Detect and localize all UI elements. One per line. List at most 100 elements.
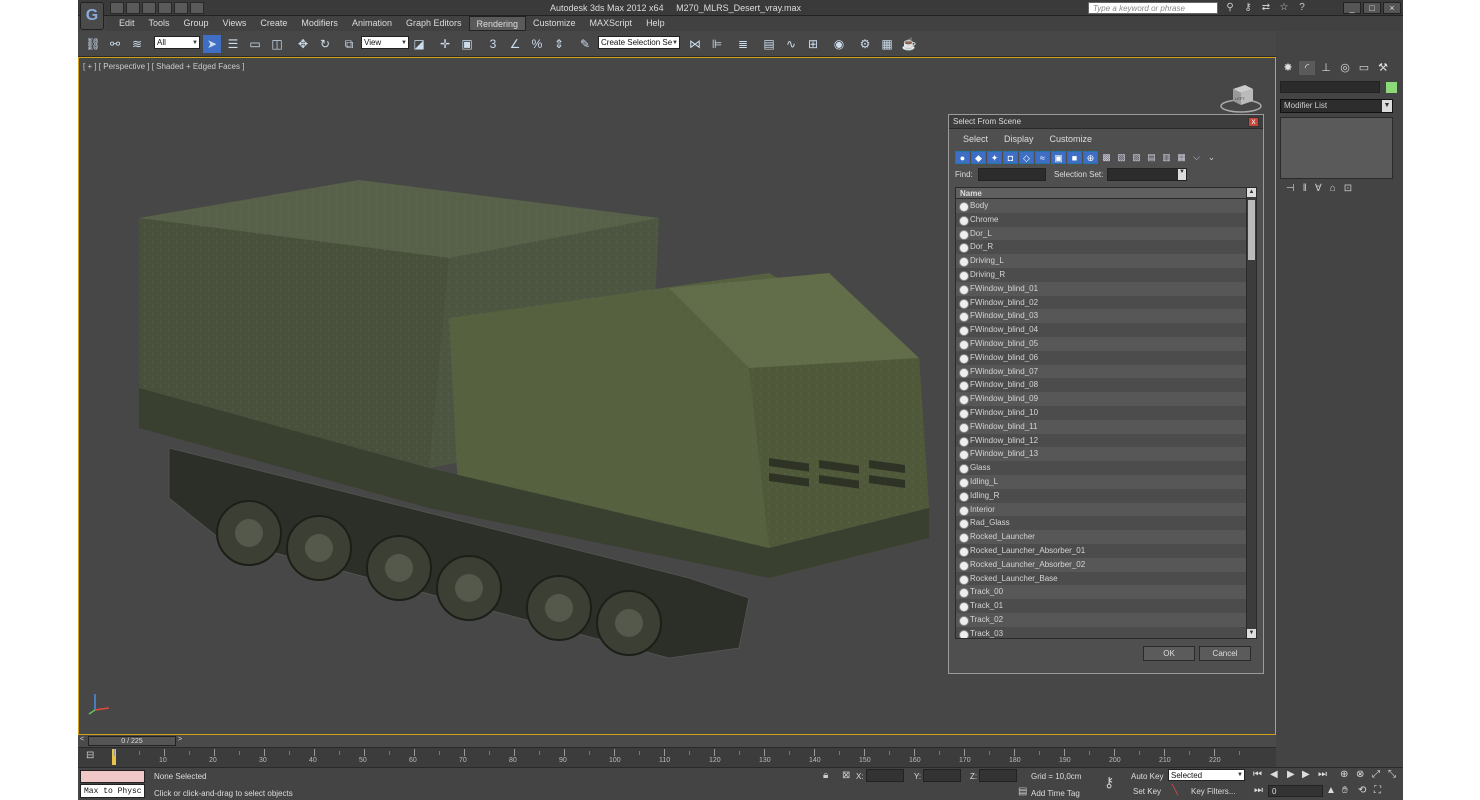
utilities-tab-icon[interactable]: ⚒ — [1375, 61, 1391, 75]
select-none-icon[interactable]: ▥ — [1159, 151, 1174, 164]
display-groups-icon[interactable]: ▣ — [1051, 150, 1066, 164]
list-item[interactable]: Glass — [956, 461, 1256, 475]
schematic-view-icon[interactable]: ⊞ — [804, 35, 822, 53]
time-tag-icon[interactable]: ▤ — [1018, 786, 1027, 797]
graphite-ribbon-icon[interactable]: ▤ — [760, 35, 778, 53]
display-helpers-icon[interactable]: ◇ — [1019, 150, 1034, 164]
rectangle-selection-icon[interactable]: ▭ — [246, 35, 264, 53]
display-all-icon[interactable]: ▩ — [1099, 151, 1114, 164]
move-icon[interactable]: ✥ — [294, 35, 312, 53]
display-lights-icon[interactable]: ✦ — [987, 150, 1002, 164]
zoom-icon[interactable]: ⊕ — [1340, 769, 1348, 780]
current-frame-spinner[interactable]: 0 — [1268, 785, 1323, 797]
show-end-result-icon[interactable]: ‖ — [1303, 183, 1307, 194]
menu-help[interactable]: Help — [639, 16, 672, 31]
menu-create[interactable]: Create — [253, 16, 294, 31]
motion-tab-icon[interactable]: ◎ — [1337, 61, 1353, 75]
zoom-extents-icon[interactable]: ⤢ — [1372, 769, 1380, 780]
select-manipulate-icon[interactable]: ✛ — [436, 35, 454, 53]
list-item[interactable]: Idling_R — [956, 488, 1256, 503]
list-item[interactable]: Idling_L — [956, 474, 1256, 489]
pivot-center-icon[interactable]: ◪ — [410, 35, 428, 53]
pin-stack-icon[interactable]: ⊣ — [1286, 183, 1295, 194]
time-slider-thumb[interactable]: 0 / 225 — [88, 736, 176, 746]
field-of-view-icon[interactable]: ▲ — [1326, 785, 1336, 796]
list-item[interactable]: Track_00 — [956, 585, 1256, 600]
list-item[interactable]: FWindow_blind_13 — [956, 447, 1256, 462]
filter-icon[interactable]: ⌵ — [1189, 151, 1204, 164]
menu-customize[interactable]: Customize — [526, 16, 583, 31]
selection-filter-dropdown[interactable]: All — [154, 36, 200, 49]
ok-button[interactable]: OK — [1143, 646, 1195, 661]
lock-selection-icon[interactable]: 🔒︎ — [823, 770, 828, 781]
modify-tab-icon[interactable]: ◜ — [1299, 61, 1315, 75]
pan-icon[interactable]: ✋︎ — [1342, 785, 1348, 796]
list-item[interactable]: Interior — [956, 502, 1256, 517]
mini-curve-editor-icon[interactable]: ⊟ — [86, 750, 94, 761]
rendered-frame-icon[interactable]: ▦ — [878, 35, 896, 53]
remove-modifier-icon[interactable]: ⌂ — [1330, 183, 1336, 194]
set-key-button[interactable]: Set Key — [1133, 787, 1161, 796]
display-space-warps-icon[interactable]: ≈ — [1035, 150, 1050, 164]
menu-group[interactable]: Group — [177, 16, 216, 31]
viewcube-icon[interactable]: LEFT — [1219, 83, 1263, 113]
display-shapes-icon[interactable]: ◆ — [971, 150, 986, 164]
modifier-stack[interactable] — [1280, 117, 1393, 179]
percent-snap-icon[interactable]: % — [528, 35, 546, 53]
named-selection-set-dropdown[interactable]: Create Selection Se — [598, 36, 680, 49]
list-item[interactable]: Driving_R — [956, 267, 1256, 282]
close-icon[interactable]: x — [1248, 117, 1259, 127]
select-object-icon[interactable]: ➤ — [203, 35, 221, 53]
menu-modifiers[interactable]: Modifiers — [294, 16, 345, 31]
track-bar[interactable]: ⊟ 10 20 30 40 50 60 70 80 90 100 110 120 130 140 150 16… — [78, 747, 1276, 767]
key-mode-dropdown[interactable]: Selected — [1168, 769, 1245, 781]
find-input[interactable] — [978, 168, 1046, 181]
select-invert-icon[interactable]: ▦ — [1174, 151, 1189, 164]
snaps-toggle-icon[interactable]: 3 — [484, 35, 502, 53]
edit-named-selection-icon[interactable]: ✎ — [576, 35, 594, 53]
rotate-icon[interactable]: ↻ — [316, 35, 334, 53]
x-coordinate-field[interactable] — [866, 769, 904, 782]
angle-snap-icon[interactable]: ∠ — [506, 35, 524, 53]
star-icon[interactable]: ☆ — [1277, 2, 1291, 14]
help-search-input[interactable]: Type a keyword or phrase — [1088, 2, 1218, 14]
list-item[interactable]: Dor_L — [956, 226, 1256, 241]
curve-editor-icon[interactable]: ∿ — [782, 35, 800, 53]
minimize-icon[interactable]: _ — [1343, 2, 1361, 14]
list-item[interactable]: FWindow_blind_10 — [956, 405, 1256, 420]
object-name-field[interactable] — [1280, 81, 1380, 93]
play-icon[interactable]: ▶︎ — [1287, 769, 1295, 780]
unlink-icon[interactable]: ⚯ — [106, 35, 124, 53]
list-item[interactable]: Rocked_Launcher_Absorber_02 — [956, 557, 1256, 572]
next-frame-icon[interactable]: ▶︎ — [1302, 769, 1310, 780]
list-item[interactable]: Chrome — [956, 212, 1256, 227]
key-icon[interactable]: ⚷ — [1241, 2, 1255, 14]
list-item[interactable]: Rocked_Launcher_Absorber_01 — [956, 543, 1256, 558]
scale-icon[interactable]: ⧉ — [340, 35, 358, 53]
list-item[interactable]: FWindow_blind_04 — [956, 323, 1256, 337]
list-item[interactable]: Track_03 — [956, 626, 1256, 638]
set-keys-icon[interactable]: ⚷ — [1104, 774, 1114, 791]
select-by-name-icon[interactable]: ☰ — [224, 35, 242, 53]
zoom-all-icon[interactable]: ⊗ — [1356, 769, 1364, 780]
zoom-extents-all-icon[interactable]: ⤡ — [1388, 769, 1396, 780]
display-tab-icon[interactable]: ▭ — [1356, 61, 1372, 75]
maxscript-listener-input[interactable] — [80, 770, 145, 783]
list-item[interactable]: Rocked_Launcher — [956, 530, 1256, 544]
go-to-start-icon[interactable]: ⏮ — [1253, 769, 1262, 780]
display-xrefs-icon[interactable]: ■ — [1067, 150, 1082, 164]
list-item[interactable]: FWindow_blind_02 — [956, 295, 1256, 310]
list-item[interactable]: FWindow_blind_07 — [956, 364, 1256, 379]
menu-edit[interactable]: Edit — [112, 16, 142, 31]
list-item[interactable]: Driving_L — [956, 254, 1256, 268]
display-none-icon[interactable]: ▧ — [1114, 151, 1129, 164]
list-item[interactable]: FWindow_blind_09 — [956, 392, 1256, 406]
exchange-icon[interactable]: ⇄ — [1259, 2, 1273, 14]
time-slider-prev[interactable]: < — [80, 736, 84, 743]
close-icon[interactable]: × — [1383, 2, 1401, 14]
display-bones-icon[interactable]: ⊕ — [1083, 150, 1098, 164]
time-slider[interactable]: < 0 / 225 > — [78, 735, 1276, 747]
key-mode-toggle-icon[interactable]: ⏭ — [1254, 785, 1263, 796]
go-to-end-icon[interactable]: ⏭ — [1318, 769, 1327, 780]
list-item[interactable]: Rocked_Launcher_Base — [956, 571, 1256, 586]
